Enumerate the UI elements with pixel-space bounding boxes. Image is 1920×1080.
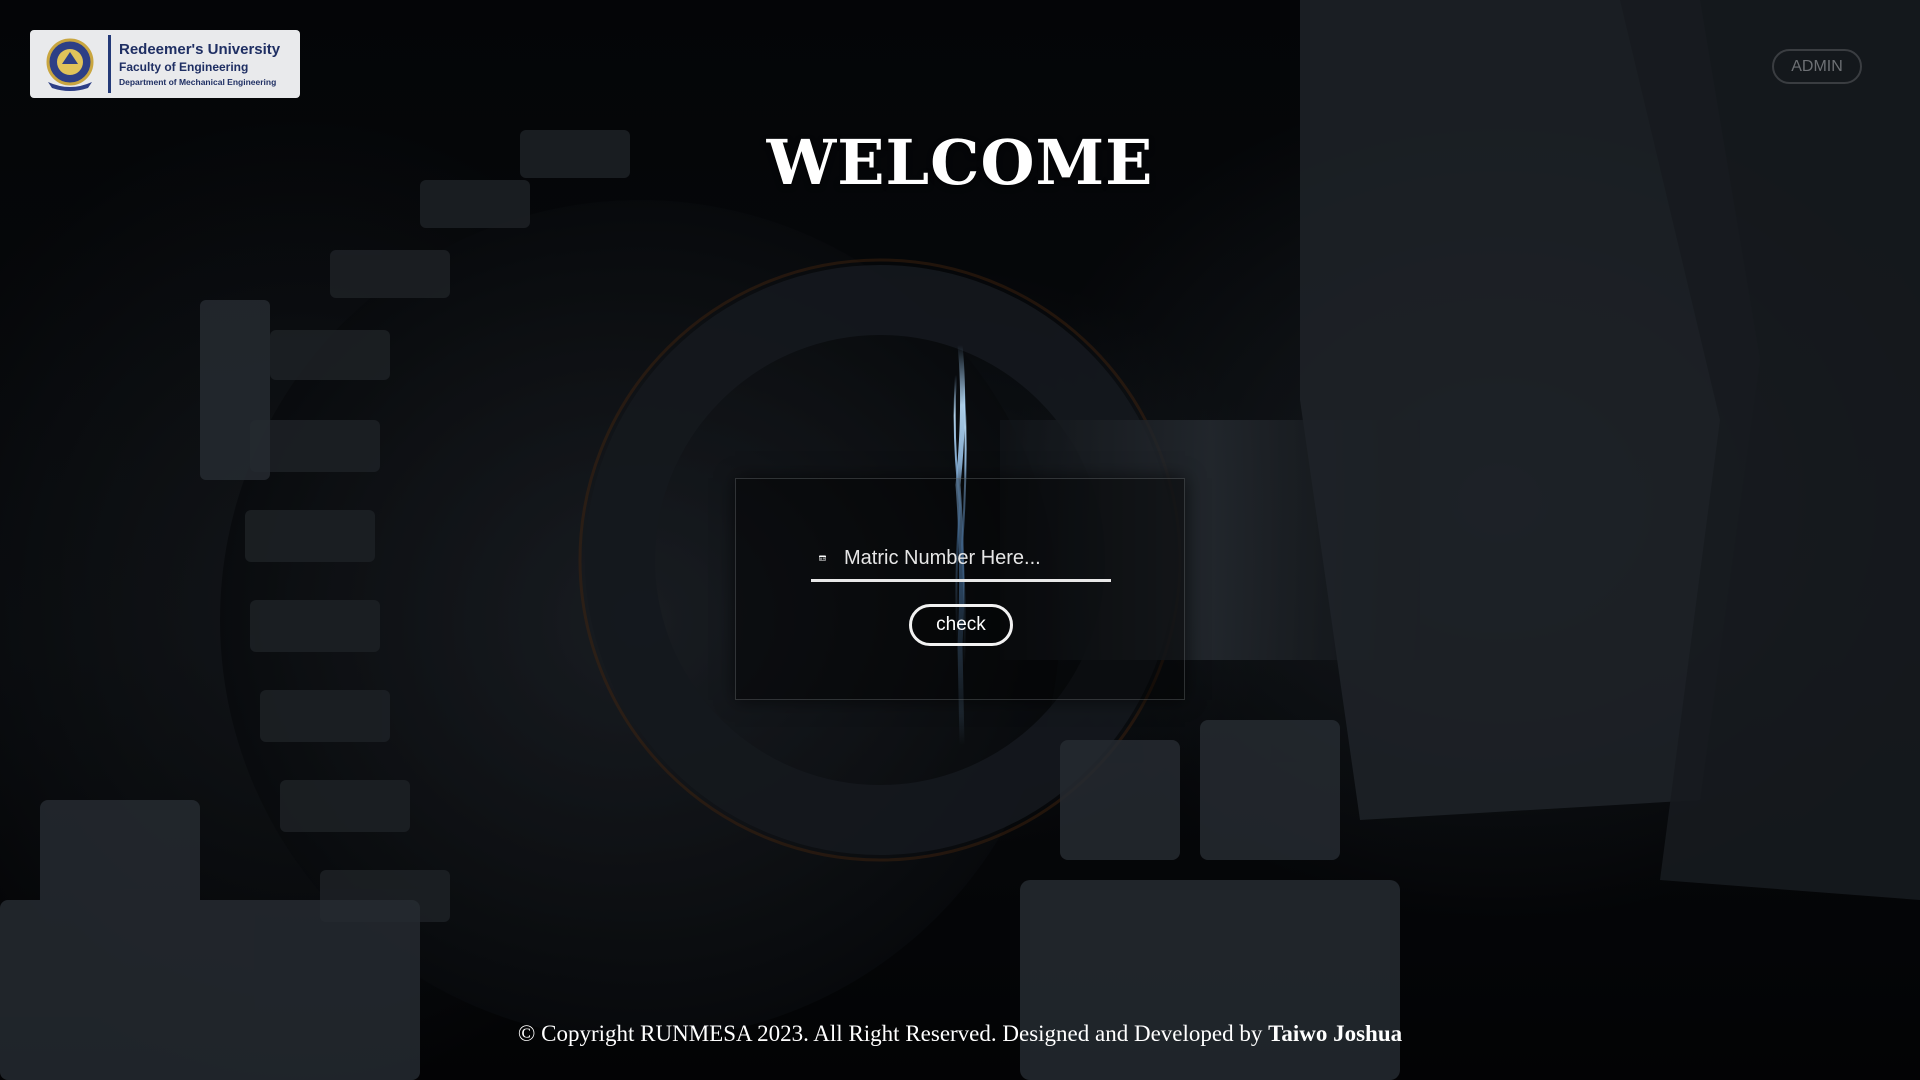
welcome-title: WELCOME xyxy=(766,126,1154,199)
matric-number-input[interactable] xyxy=(842,545,1111,571)
university-seal-icon xyxy=(38,34,102,94)
logo-text: Redeemer's University Faculty of Enginee… xyxy=(119,40,280,89)
id-card-icon xyxy=(819,555,826,561)
check-button[interactable]: check xyxy=(909,604,1013,646)
logo-divider xyxy=(108,35,111,93)
developer-name: Taiwo Joshua xyxy=(1268,1021,1403,1046)
department-name: Department of Mechanical Engineering xyxy=(119,76,277,87)
copyright-text: © Copyright RUNMESA 2023. All Right Rese… xyxy=(517,1021,1263,1046)
university-logo[interactable]: Redeemer's University Faculty of Enginee… xyxy=(30,30,300,98)
footer-copyright: © Copyright RUNMESA 2023. All Right Rese… xyxy=(0,1021,1920,1047)
matric-check-card: check xyxy=(735,478,1185,700)
university-name: Redeemer's University xyxy=(119,40,281,58)
matric-input-group[interactable] xyxy=(811,537,1111,582)
faculty-name: Faculty of Engineering xyxy=(119,59,249,74)
admin-button[interactable]: ADMIN xyxy=(1772,49,1862,84)
page-background: Redeemer's University Faculty of Enginee… xyxy=(0,0,1920,1080)
